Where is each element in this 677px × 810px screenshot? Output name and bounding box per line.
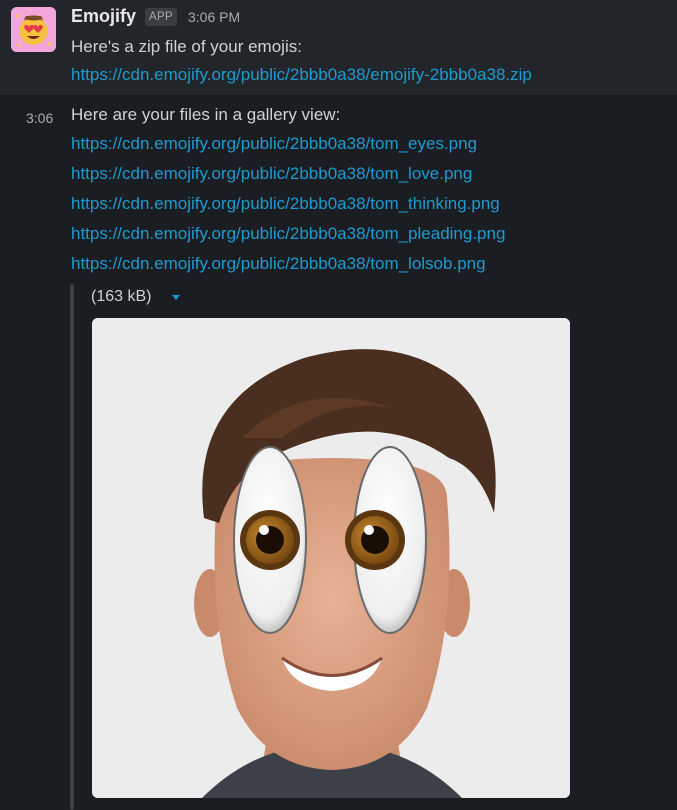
caret-down-icon[interactable] [172,295,180,300]
sender-name[interactable]: Emojify [71,6,136,27]
message-emojify-zip: Emojify APP 3:06 PM Here's a zip file of… [0,0,677,95]
file-link-tom-love[interactable]: https://cdn.emojify.org/public/2bbb0a38/… [71,164,472,184]
app-badge: APP [145,8,177,26]
file-link-tom-pleading[interactable]: https://cdn.emojify.org/public/2bbb0a38/… [71,224,505,244]
zip-file-link[interactable]: https://cdn.emojify.org/public/2bbb0a38/… [71,65,532,85]
message-timestamp-short[interactable]: 3:06 [26,110,53,126]
face-with-eyes-emoji-image [92,318,570,798]
attachment-size[interactable]: (163 kB) [91,288,151,306]
attachment-image-preview[interactable] [92,318,570,798]
file-link-tom-eyes[interactable]: https://cdn.emojify.org/public/2bbb0a38/… [71,134,477,154]
attachment-divider [70,284,74,810]
gallery-message-text: Here are your files in a gallery view: [71,105,341,124]
heart-eyes-emoji-icon [11,7,56,52]
file-link-tom-lolsob[interactable]: https://cdn.emojify.org/public/2bbb0a38/… [71,254,486,274]
message-timestamp[interactable]: 3:06 PM [188,9,240,25]
message-text: Here's a zip file of your emojis: [71,37,302,56]
emojify-avatar[interactable] [11,7,56,52]
file-link-tom-thinking[interactable]: https://cdn.emojify.org/public/2bbb0a38/… [71,194,500,214]
